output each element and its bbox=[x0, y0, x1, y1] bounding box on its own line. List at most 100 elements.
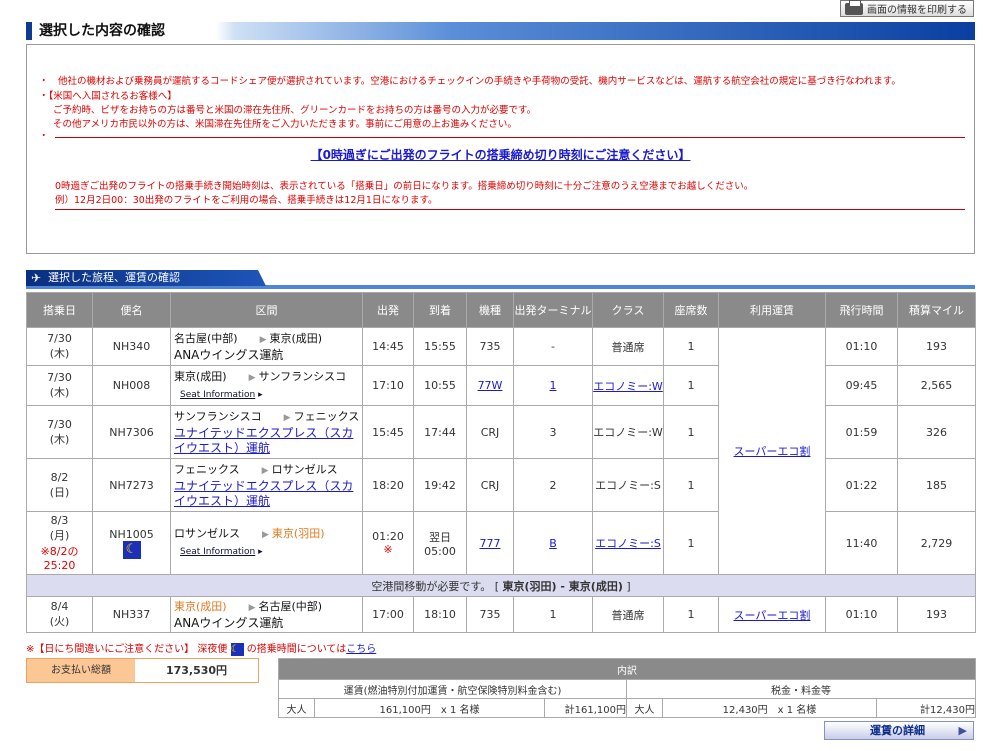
breakdown-tax-unit: 12,430円 x 1 名様 bbox=[662, 698, 877, 718]
table-row: 7/30 (木) NH008 東京(成田) ▶ サンフランシスコ Seat Inform… bbox=[26, 365, 976, 406]
flights-3-term: 2 bbox=[513, 458, 593, 512]
flights-1-dow: (木) bbox=[49, 386, 70, 399]
class-link[interactable]: エコノミー:S bbox=[595, 537, 661, 550]
flights-1-dep: 17:10 bbox=[362, 365, 414, 406]
breakdown-tax-head: 税金・料金等 bbox=[626, 679, 976, 699]
flights-3-arr: 19:42 bbox=[413, 458, 467, 512]
flights-0-miles: 193 bbox=[897, 327, 976, 366]
flights-4-date: 8/3 bbox=[50, 514, 69, 527]
flights-1-date: 7/30 bbox=[47, 371, 72, 384]
flights-0-arr: 15:55 bbox=[413, 327, 467, 366]
airplane-icon: ✈ bbox=[31, 271, 42, 285]
table-row: 7/30 (木) NH7306 サンフランシスコ ▶ フェニックス ユナイテッドエクスプ… bbox=[26, 405, 976, 459]
fare-link[interactable]: スーパーエコ割 bbox=[734, 445, 811, 458]
flights-4-from: ロサンゼルス bbox=[174, 527, 240, 540]
table-header: 搭乗日 便名 区間 出発 到着 機種 出発ターミナル クラス 座席数 利用運賃 飛行時間 積算マイル bbox=[26, 292, 976, 328]
midnight-notice-link[interactable]: 【0時過ぎにご出発のフライトの搭乗締め切り時刻にご注意ください】 bbox=[27, 146, 974, 163]
flights-5-date: 8/4 bbox=[50, 600, 69, 613]
flights-1-from: 東京(成田) bbox=[174, 369, 227, 383]
flights-1-miles: 2,565 bbox=[897, 365, 976, 406]
breakdown-fare-unit: 161,100円 x 1 名様 bbox=[314, 698, 545, 718]
airport-transfer-row: 空港間移動が必要です。 [ 東京(羽田) - 東京(成田) ] bbox=[26, 574, 976, 597]
section-header-confirm: 選択した内容の確認 bbox=[26, 22, 975, 40]
flights-4-note: ※8/2の 25:20 bbox=[40, 545, 79, 572]
headers-3: 出発 bbox=[362, 292, 414, 328]
flights-0-op: ANAウイングス運航 bbox=[174, 347, 284, 362]
breakdown-tax-type: 大人 bbox=[626, 698, 663, 718]
flights-2-seats: 1 bbox=[663, 405, 719, 459]
flights-2-from: サンフランシスコ bbox=[174, 409, 262, 423]
flights-2-dow: (木) bbox=[49, 432, 70, 446]
headers-11: 積算マイル bbox=[897, 292, 976, 328]
flights-5-term: 1 bbox=[513, 596, 593, 633]
aircraft-link[interactable]: 777 bbox=[480, 537, 501, 550]
flights-2-cls: エコノミー:W bbox=[592, 405, 664, 459]
itinerary-table: 搭乗日 便名 区間 出発 到着 機種 出発ターミナル クラス 座席数 利用運賃 飛行時間 積算マイル … bbox=[26, 292, 976, 633]
breakdown-title: 内訳 bbox=[278, 658, 976, 680]
headers-7: クラス bbox=[592, 292, 664, 328]
fare-detail-button[interactable]: 運賃の詳細 ▶ bbox=[824, 721, 974, 740]
flights-3-miles: 185 bbox=[897, 458, 976, 512]
class-link[interactable]: エコノミー:W bbox=[593, 380, 663, 393]
flights-3-dow: (日) bbox=[49, 485, 70, 499]
flights-4-dow: (月) bbox=[49, 529, 70, 542]
flights-5-from: 東京(成田) bbox=[174, 599, 227, 613]
flights-4-arr-pre: 翌日 bbox=[429, 530, 451, 544]
flights-0-cls: 普通席 bbox=[592, 327, 664, 366]
flights-3-time: 01:22 bbox=[825, 458, 898, 512]
flights-3-from: フェニックス bbox=[174, 462, 240, 476]
flights-5-to: 名古屋(中部) bbox=[258, 599, 323, 613]
headers-1: 便名 bbox=[92, 292, 171, 328]
transfer-route: 東京(羽田) - 東京(成田) bbox=[502, 579, 623, 593]
printer-icon bbox=[845, 0, 863, 15]
red-eye-footnote: ※【日にち間違いにご注意ください】 深夜便 ☾ の搭乗時間についてはこちら bbox=[26, 640, 376, 656]
flights-2-eq: CRJ bbox=[466, 405, 514, 459]
flights-0-term: - bbox=[513, 327, 593, 366]
operator-link[interactable]: ユナイテッドエクスプレス（スカイウエスト）運航 bbox=[174, 479, 353, 508]
flights-4-seats: 1 bbox=[663, 511, 719, 575]
red-eye-info-link[interactable]: こちら bbox=[346, 644, 376, 655]
operator-link[interactable]: ユナイテッドエクスプレス（スカイウエスト）運航 bbox=[174, 426, 353, 455]
flights-2-arr: 17:44 bbox=[413, 405, 467, 459]
flights-5-flight: NH337 bbox=[92, 596, 171, 633]
midnight-notice-line: 0時過ぎご出発のフライトの搭乗手続き開始時刻は、表示されている「搭乗日」の前日に… bbox=[55, 181, 754, 192]
headers-6: 出発ターミナル bbox=[513, 292, 593, 328]
terminal-link[interactable]: B bbox=[549, 537, 557, 550]
total-amount: 173,530円 bbox=[165, 664, 228, 677]
total-label: お支払い総額 bbox=[27, 659, 135, 682]
flights-4-dep: 01:20 bbox=[372, 530, 404, 543]
fare-link[interactable]: スーパーエコ割 bbox=[734, 609, 811, 622]
notice-box: ・ 他社の機材および乗務員が運航するコードシェア便が選択されています。空港におけ… bbox=[26, 44, 975, 254]
flights-3-eq: CRJ bbox=[466, 458, 514, 512]
flights-4-flight: NH1005 bbox=[109, 527, 154, 541]
headers-0: 搭乗日 bbox=[26, 292, 93, 328]
flights-0-eq: 735 bbox=[466, 327, 514, 366]
flights-1-seats: 1 bbox=[663, 365, 719, 406]
section2-title: 選択した旅程、運賃の確認 bbox=[48, 271, 180, 284]
seat-information-link[interactable]: Seat Information bbox=[180, 390, 255, 400]
fare-breakdown-table: 内訳 運賃(燃油特別付加運賃・航空保険特別料金含む) 税金・料金等 大人 161,1… bbox=[278, 658, 976, 718]
flights-5-dow: (火) bbox=[49, 615, 70, 628]
print-button[interactable]: 画面の情報を印刷する bbox=[840, 0, 974, 17]
flights-0-date: 7/30 bbox=[47, 332, 72, 345]
flights-0-seats: 1 bbox=[663, 327, 719, 366]
table-row: 8/4 (火) NH337 東京(成田) ▶ 名古屋(中部) ANAウイングス運航 17… bbox=[26, 596, 976, 633]
headers-2: 区間 bbox=[170, 292, 363, 328]
flights-4-time: 11:40 bbox=[825, 511, 898, 575]
flights-3-seats: 1 bbox=[663, 458, 719, 512]
us-notice-line: その他アメリカ市民以外の方は、米国滞在先住所をご入力いただきます。事前にご用意の… bbox=[53, 119, 517, 130]
total-payment: お支払い総額 173,530円 bbox=[26, 658, 259, 683]
flights-2-miles: 326 bbox=[897, 405, 976, 459]
midnight-notice-example: 例）12月2日00：30出発のフライトをご利用の場合、搭乗手続きは12月1日にな… bbox=[55, 195, 438, 206]
flights-0-dep: 14:45 bbox=[362, 327, 414, 366]
flights-3-to: ロサンゼルス bbox=[271, 462, 338, 476]
terminal-link[interactable]: 1 bbox=[550, 379, 557, 392]
flights-0-to: 東京(成田) bbox=[269, 331, 323, 345]
flights-2-to: フェニックス bbox=[293, 409, 360, 423]
flights-2-time: 01:59 bbox=[825, 405, 898, 459]
seat-information-link[interactable]: Seat Information bbox=[180, 547, 255, 557]
headers-4: 到着 bbox=[413, 292, 467, 328]
breakdown-fare-head: 運賃(燃油特別付加運賃・航空保険特別料金含む) bbox=[278, 679, 627, 699]
aircraft-link[interactable]: 77W bbox=[478, 379, 503, 392]
flights-1-to: サンフランシスコ bbox=[258, 369, 347, 383]
